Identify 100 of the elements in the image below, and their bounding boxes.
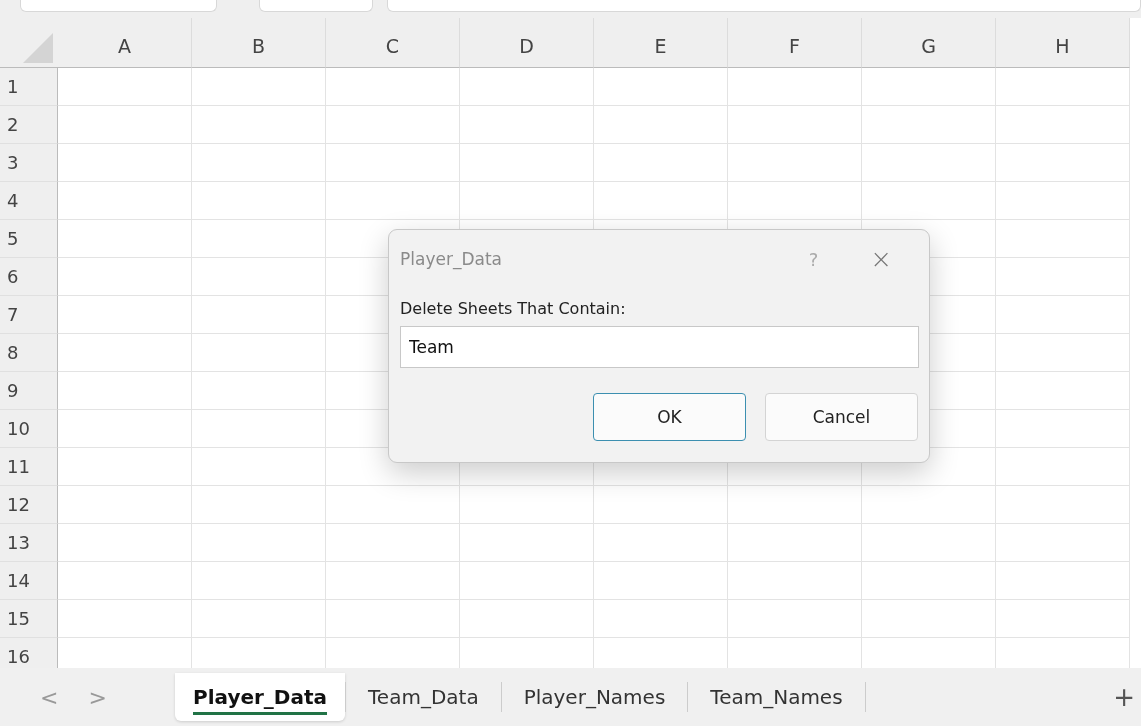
add-sheet-button[interactable]: + — [1113, 682, 1135, 712]
table-cell[interactable] — [594, 562, 728, 600]
table-cell[interactable] — [58, 334, 192, 372]
table-cell[interactable] — [58, 258, 192, 296]
column-header[interactable]: D — [460, 18, 594, 68]
table-cell[interactable] — [728, 182, 862, 220]
table-cell[interactable] — [460, 106, 594, 144]
table-cell[interactable] — [460, 600, 594, 638]
table-cell[interactable] — [996, 448, 1130, 486]
table-cell[interactable] — [728, 562, 862, 600]
table-cell[interactable] — [728, 486, 862, 524]
row-header[interactable]: 7 — [0, 296, 58, 334]
table-cell[interactable] — [326, 562, 460, 600]
table-cell[interactable] — [192, 144, 326, 182]
table-cell[interactable] — [460, 524, 594, 562]
column-header[interactable]: B — [192, 18, 326, 68]
table-cell[interactable] — [326, 600, 460, 638]
table-cell[interactable] — [996, 410, 1130, 448]
table-cell[interactable] — [192, 410, 326, 448]
table-cell[interactable] — [326, 68, 460, 106]
row-header[interactable]: 12 — [0, 486, 58, 524]
table-cell[interactable] — [58, 182, 192, 220]
table-cell[interactable] — [996, 334, 1130, 372]
table-cell[interactable] — [862, 144, 996, 182]
table-cell[interactable] — [58, 372, 192, 410]
table-cell[interactable] — [594, 144, 728, 182]
row-header[interactable]: 1 — [0, 68, 58, 106]
table-cell[interactable] — [58, 220, 192, 258]
sheet-tab[interactable]: Player_Data — [175, 673, 345, 721]
table-cell[interactable] — [594, 182, 728, 220]
column-header[interactable]: E — [594, 18, 728, 68]
table-cell[interactable] — [460, 68, 594, 106]
table-cell[interactable] — [594, 106, 728, 144]
table-cell[interactable] — [192, 182, 326, 220]
table-cell[interactable] — [326, 524, 460, 562]
table-cell[interactable] — [728, 600, 862, 638]
column-header[interactable]: F — [728, 18, 862, 68]
table-cell[interactable] — [460, 144, 594, 182]
input-field[interactable]: Team — [400, 326, 919, 368]
row-header[interactable]: 4 — [0, 182, 58, 220]
toolbar-field[interactable] — [387, 0, 1141, 12]
toolbar-field[interactable] — [20, 0, 217, 12]
table-cell[interactable] — [192, 524, 326, 562]
close-button[interactable]: × — [870, 244, 892, 274]
row-header[interactable]: 16 — [0, 638, 58, 668]
table-cell[interactable] — [326, 486, 460, 524]
table-cell[interactable] — [996, 296, 1130, 334]
table-cell[interactable] — [862, 600, 996, 638]
table-cell[interactable] — [460, 182, 594, 220]
table-cell[interactable] — [58, 448, 192, 486]
table-cell[interactable] — [594, 524, 728, 562]
table-cell[interactable] — [58, 410, 192, 448]
table-cell[interactable] — [58, 600, 192, 638]
table-cell[interactable] — [58, 106, 192, 144]
table-cell[interactable] — [728, 144, 862, 182]
table-cell[interactable] — [326, 144, 460, 182]
row-header[interactable]: 6 — [0, 258, 58, 296]
row-header[interactable]: 5 — [0, 220, 58, 258]
table-cell[interactable] — [594, 600, 728, 638]
table-cell[interactable] — [192, 296, 326, 334]
table-cell[interactable] — [192, 600, 326, 638]
table-cell[interactable] — [192, 448, 326, 486]
table-cell[interactable] — [996, 258, 1130, 296]
table-cell[interactable] — [58, 562, 192, 600]
toolbar-field[interactable] — [259, 0, 373, 12]
table-cell[interactable] — [862, 486, 996, 524]
column-header[interactable]: A — [58, 18, 192, 68]
table-cell[interactable] — [192, 106, 326, 144]
row-header[interactable]: 2 — [0, 106, 58, 144]
row-header[interactable]: 13 — [0, 524, 58, 562]
row-header[interactable]: 11 — [0, 448, 58, 486]
table-cell[interactable] — [996, 486, 1130, 524]
table-cell[interactable] — [996, 182, 1130, 220]
table-cell[interactable] — [326, 182, 460, 220]
column-header[interactable]: C — [326, 18, 460, 68]
table-cell[interactable] — [192, 562, 326, 600]
table-cell[interactable] — [862, 524, 996, 562]
ok-button[interactable]: OK — [593, 393, 746, 441]
table-cell[interactable] — [594, 68, 728, 106]
table-cell[interactable] — [862, 68, 996, 106]
table-cell[interactable] — [192, 372, 326, 410]
sheet-tab[interactable]: Team_Names — [688, 679, 865, 715]
table-cell[interactable] — [58, 296, 192, 334]
table-cell[interactable] — [728, 68, 862, 106]
table-cell[interactable] — [192, 220, 326, 258]
table-cell[interactable] — [996, 524, 1130, 562]
table-cell[interactable] — [460, 562, 594, 600]
row-header[interactable]: 3 — [0, 144, 58, 182]
table-cell[interactable] — [192, 258, 326, 296]
row-header[interactable]: 8 — [0, 334, 58, 372]
table-cell[interactable] — [58, 68, 192, 106]
table-cell[interactable] — [728, 106, 862, 144]
table-cell[interactable] — [862, 182, 996, 220]
table-cell[interactable] — [996, 372, 1130, 410]
row-header[interactable]: 15 — [0, 600, 58, 638]
cancel-button[interactable]: Cancel — [765, 393, 918, 441]
sheet-tab[interactable]: Team_Data — [346, 679, 501, 715]
table-cell[interactable] — [192, 68, 326, 106]
column-header[interactable]: H — [996, 18, 1130, 68]
table-cell[interactable] — [58, 144, 192, 182]
